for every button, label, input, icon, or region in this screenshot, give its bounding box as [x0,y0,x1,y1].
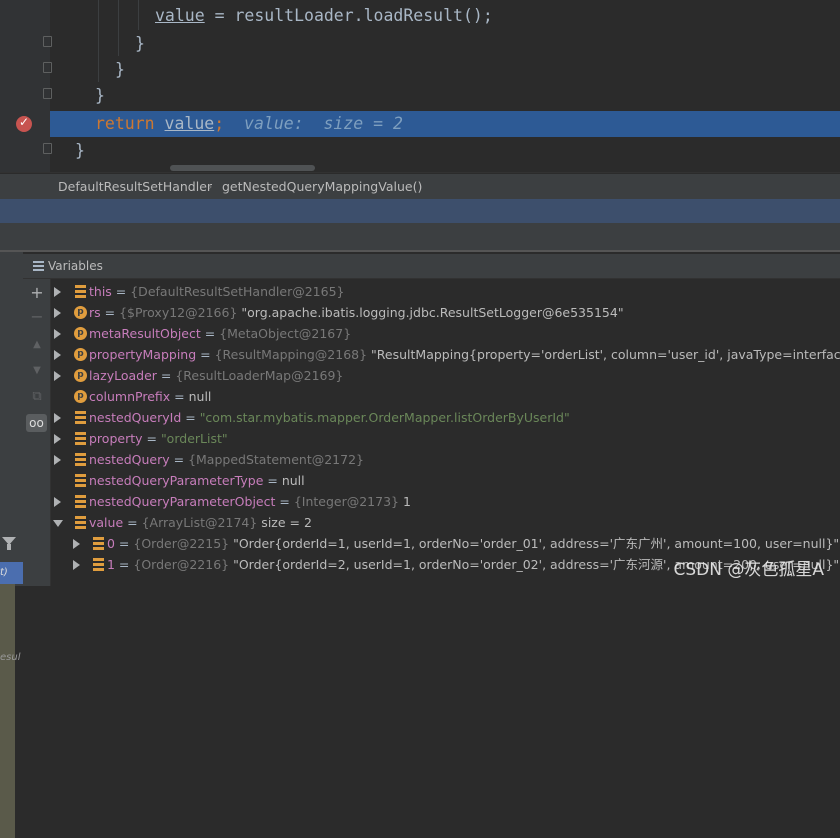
watermark: CSDN @灰色孤星A [673,560,824,580]
horizontal-scrollbar[interactable] [170,165,315,171]
parameter-icon: p [74,327,87,340]
variables-title: Variables [48,259,103,273]
field-icon [75,453,86,466]
expand-icon[interactable] [54,455,61,465]
field-icon [75,411,86,424]
code-line: value = resultLoader.loadResult(); [155,6,493,25]
expand-icon[interactable] [54,350,61,360]
remove-watch-button[interactable]: − [27,307,47,327]
panel-gap [0,223,840,250]
move-down-button[interactable]: ▼ [27,361,47,381]
expand-icon[interactable] [73,539,80,549]
expand-icon[interactable] [54,413,61,423]
parameter-icon: p [74,390,87,403]
expand-icon[interactable] [54,287,61,297]
expand-icon[interactable] [54,497,61,507]
breadcrumb-class[interactable]: DefaultResultSetHandler [58,174,212,200]
field-icon [75,495,86,508]
breakpoint-icon[interactable]: ✓ [16,115,32,132]
variables-header: Variables [23,254,840,279]
variables-tree[interactable]: this = {DefaultResultSetHandler@2165} p … [51,279,840,586]
copy-icon[interactable]: ⧉ [27,387,47,407]
breadcrumb-method[interactable]: getNestedQueryMappingValue() [222,174,422,200]
parameter-icon: p [74,306,87,319]
frames-list [0,584,15,838]
field-icon [93,537,104,550]
debug-toolbar-band [0,199,840,223]
variables-toolbar: + − ▲ ▼ ⧉ oo [23,279,51,586]
code-editor[interactable]: ✓ value = resultLoader.loadResult(); } }… [0,0,840,172]
code-line: } [95,86,105,105]
breadcrumb: DefaultResultSetHandler › getNestedQuery… [0,173,840,200]
frame-item[interactable]: esul [0,652,20,663]
code-line: } [115,60,125,79]
parameter-icon: p [74,348,87,361]
editor-gutter[interactable]: ✓ [0,0,52,172]
glasses-icon[interactable]: oo [26,414,47,432]
field-icon [93,558,104,571]
add-watch-button[interactable]: + [27,283,47,303]
breadcrumb-separator: › [208,180,213,193]
field-icon [75,516,86,529]
field-icon [75,285,86,298]
fold-marker[interactable] [43,88,52,99]
field-icon [75,432,86,445]
fold-marker[interactable] [43,62,52,73]
collapse-icon[interactable] [53,520,63,527]
field-icon [75,474,86,487]
variables-icon [33,261,44,271]
move-up-button[interactable]: ▲ [27,335,47,355]
code-line: } [135,34,145,53]
current-execution-line: return value; value: size = 2 [50,111,840,137]
code-line: } [75,141,85,160]
expand-icon[interactable] [73,560,80,570]
expand-icon[interactable] [54,329,61,339]
expand-icon[interactable] [54,371,61,381]
splitter[interactable] [0,250,840,252]
expand-icon[interactable] [54,434,61,444]
parameter-icon: p [74,369,87,382]
fold-marker[interactable] [43,143,52,154]
expand-icon[interactable] [54,308,61,318]
fold-marker[interactable] [43,36,52,47]
selected-frame[interactable]: t) [0,562,23,584]
frames-panel: t) esul [0,252,23,838]
